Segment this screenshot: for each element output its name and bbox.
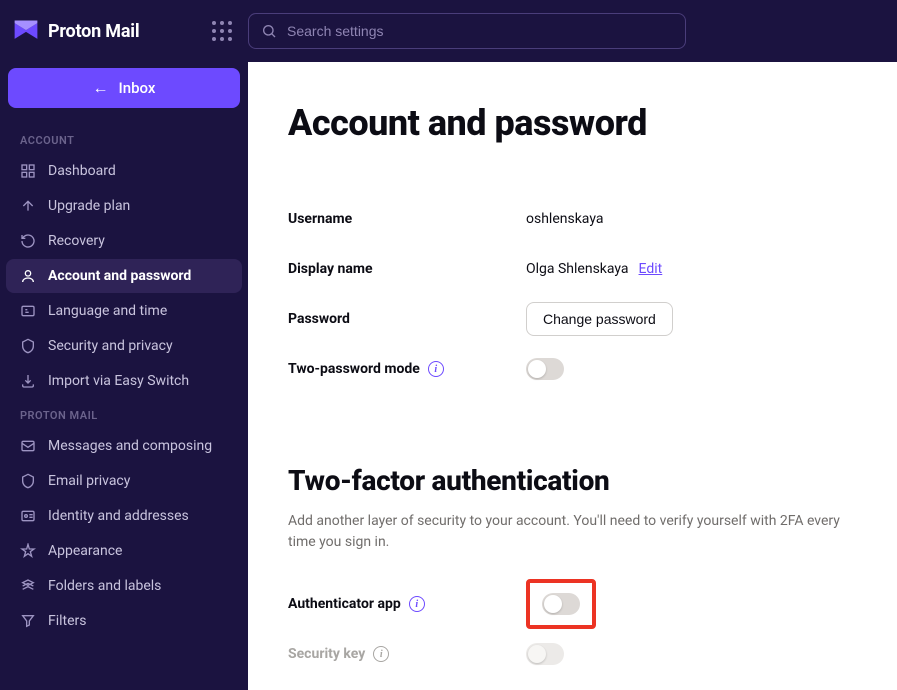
edit-displayname-link[interactable]: Edit — [639, 261, 663, 277]
app-name: Proton Mail — [48, 21, 139, 42]
recovery-icon — [20, 233, 36, 249]
sidebar-item-dashboard[interactable]: Dashboard — [6, 154, 242, 188]
displayname-label: Display name — [288, 261, 526, 277]
topbar: Proton Mail — [0, 0, 897, 62]
sidebar-item-import[interactable]: Import via Easy Switch — [6, 364, 242, 398]
info-icon[interactable]: i — [409, 596, 425, 612]
row-password: Password Change password — [288, 294, 857, 344]
row-two-password: Two-password mode i — [288, 344, 857, 394]
sidebar-item-folders[interactable]: Folders and labels — [6, 569, 242, 603]
tfa-description: Add another layer of security to your ac… — [288, 511, 857, 553]
search-box[interactable] — [248, 13, 686, 49]
password-label: Password — [288, 311, 526, 327]
upgrade-icon — [20, 198, 36, 214]
sidebar-item-label: Dashboard — [48, 163, 116, 179]
sidebar-item-label: Identity and addresses — [48, 508, 189, 524]
two-password-label: Two-password mode — [288, 361, 420, 377]
row-username: Username oshlenskaya — [288, 194, 857, 244]
sidebar-item-recovery[interactable]: Recovery — [6, 224, 242, 258]
sidebar-item-label: Appearance — [48, 543, 122, 559]
logo[interactable]: Proton Mail — [12, 17, 212, 45]
sidebar-item-filters[interactable]: Filters — [6, 604, 242, 638]
row-security-key: Security key i — [288, 629, 857, 679]
highlight-annotation — [526, 579, 596, 629]
proton-logo-icon — [12, 17, 40, 45]
appearance-icon — [20, 543, 36, 559]
sidebar-item-appearance[interactable]: Appearance — [6, 534, 242, 568]
sidebar-item-label: Import via Easy Switch — [48, 373, 189, 389]
authenticator-toggle[interactable] — [542, 593, 580, 615]
authenticator-label: Authenticator app — [288, 596, 401, 612]
shield-icon — [20, 338, 36, 354]
sidebar-item-security[interactable]: Security and privacy — [6, 329, 242, 363]
sidebar-item-label: Upgrade plan — [48, 198, 130, 214]
sidebar-item-label: Messages and composing — [48, 438, 212, 454]
page-title: Account and password — [288, 102, 857, 144]
sidebar-item-label: Security and privacy — [48, 338, 173, 354]
section-account-label: ACCOUNT — [6, 124, 242, 153]
apps-switcher-icon[interactable] — [212, 21, 232, 41]
sidebar: ← Inbox ACCOUNT Dashboard Upgrade plan R… — [0, 62, 248, 690]
change-password-button[interactable]: Change password — [526, 302, 673, 336]
privacy-icon — [20, 473, 36, 489]
inbox-label: Inbox — [119, 79, 156, 97]
filters-icon — [20, 613, 36, 629]
sidebar-item-label: Email privacy — [48, 473, 130, 489]
messages-icon — [20, 438, 36, 454]
row-authenticator: Authenticator app i — [288, 579, 857, 629]
sidebar-item-label: Account and password — [48, 268, 191, 284]
import-icon — [20, 373, 36, 389]
folders-icon — [20, 578, 36, 594]
sidebar-item-messages[interactable]: Messages and composing — [6, 429, 242, 463]
search-input[interactable] — [287, 23, 673, 39]
two-password-toggle[interactable] — [526, 358, 564, 380]
sidebar-item-identity[interactable]: Identity and addresses — [6, 499, 242, 533]
main-content: Account and password Username oshlenskay… — [248, 62, 897, 690]
info-icon[interactable]: i — [428, 361, 444, 377]
security-key-toggle — [526, 643, 564, 665]
security-key-label: Security key — [288, 646, 365, 662]
sidebar-item-label: Filters — [48, 613, 87, 629]
sidebar-item-account-password[interactable]: Account and password — [6, 259, 242, 293]
tfa-heading: Two-factor authentication — [288, 464, 857, 497]
sidebar-item-email-privacy[interactable]: Email privacy — [6, 464, 242, 498]
language-icon — [20, 303, 36, 319]
username-label: Username — [288, 211, 526, 227]
sidebar-item-label: Recovery — [48, 233, 105, 249]
row-displayname: Display name Olga Shlenskaya Edit — [288, 244, 857, 294]
section-mail-label: PROTON MAIL — [6, 399, 242, 428]
inbox-button[interactable]: ← Inbox — [8, 68, 240, 108]
arrow-left-icon: ← — [93, 78, 109, 98]
search-icon — [261, 23, 277, 39]
account-icon — [20, 268, 36, 284]
info-icon[interactable]: i — [373, 646, 389, 662]
sidebar-item-language[interactable]: Language and time — [6, 294, 242, 328]
sidebar-item-upgrade[interactable]: Upgrade plan — [6, 189, 242, 223]
dashboard-icon — [20, 163, 36, 179]
sidebar-item-label: Language and time — [48, 303, 167, 319]
sidebar-item-label: Folders and labels — [48, 578, 161, 594]
identity-icon — [20, 508, 36, 524]
displayname-value: Olga Shlenskaya — [526, 261, 629, 277]
username-value: oshlenskaya — [526, 211, 603, 227]
